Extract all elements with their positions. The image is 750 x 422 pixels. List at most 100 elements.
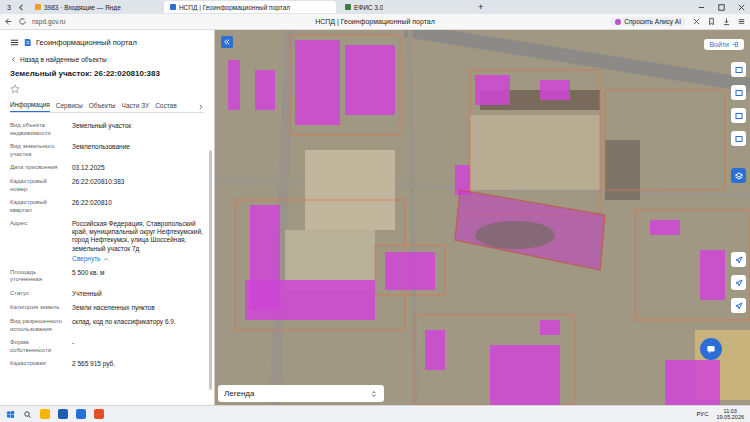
close-icon[interactable] xyxy=(737,3,746,12)
map-toolbar-lower xyxy=(731,252,746,313)
minimize-icon[interactable] xyxy=(697,3,706,12)
field-label: Площадь уточненная xyxy=(10,269,66,284)
page-title: НСПД | Геоинформационный портал xyxy=(315,18,435,25)
field-row: Вид объекта недвижимостиЗемельный участо… xyxy=(10,119,204,140)
tool-icon xyxy=(734,111,744,121)
back-link[interactable]: Назад в найденные объекты xyxy=(10,56,204,63)
back-icon[interactable] xyxy=(17,3,26,12)
bookmark-icon[interactable] xyxy=(707,17,716,26)
collapse-panel-button[interactable] xyxy=(221,36,233,48)
panel-tab[interactable]: Объекты xyxy=(89,99,116,112)
hamburger-icon[interactable] xyxy=(10,38,19,47)
field-row: АдресРоссийская Федерация, Ставропольски… xyxy=(10,217,204,266)
panel-tab[interactable]: Состав xyxy=(155,99,177,112)
map[interactable]: Войти Легенда xyxy=(215,30,750,405)
browser-tab[interactable]: 3983 · Входящие — Янде xyxy=(29,1,161,13)
panel-tab[interactable]: Части ЗУ xyxy=(122,99,150,112)
field-value: 03.12.2025 xyxy=(72,164,204,172)
download-icon[interactable] xyxy=(722,17,731,26)
field-label: Адрес xyxy=(10,220,66,263)
tool-icon xyxy=(734,65,744,75)
alice-icon xyxy=(615,19,621,25)
field-row: СтатусУчтенный xyxy=(10,287,204,301)
map-tool-button[interactable] xyxy=(731,252,746,267)
chevron-up-icon xyxy=(103,256,109,262)
field-row: Дата присвоения 03.12.2025 xyxy=(10,161,204,175)
taskbar-app-icon[interactable] xyxy=(58,409,68,419)
field-label: Дата присвоения xyxy=(10,164,66,172)
browser-tab[interactable]: НСПД | Геоинформационный портал xyxy=(164,1,336,13)
field-value: склад, код по классификатору 6.9. xyxy=(72,318,204,333)
expand-icon xyxy=(370,390,378,398)
browser-tab[interactable]: ЕФИС 3.0 xyxy=(339,1,471,13)
new-tab-button[interactable]: + xyxy=(474,2,487,12)
field-value: 5 500 кв. м xyxy=(72,269,204,284)
info-panel: Геоинформационный портал Назад в найденны… xyxy=(0,30,215,405)
chevron-left-icon xyxy=(10,56,17,63)
map-tool-button[interactable] xyxy=(731,275,746,290)
map-tool-button[interactable] xyxy=(731,62,746,77)
navigate-icon xyxy=(734,278,744,288)
scrollbar[interactable] xyxy=(209,150,212,390)
panel-tab[interactable]: Сервисы xyxy=(56,99,83,112)
field-value: - xyxy=(72,339,204,354)
field-row: Форма собственности- xyxy=(10,336,204,357)
double-chevron-icon xyxy=(223,38,231,46)
field-row: Категория земель Земли населенных пунктов xyxy=(10,301,204,315)
taskbar-app-icon[interactable] xyxy=(40,409,50,419)
portal-header: Геоинформационный портал xyxy=(10,34,204,50)
tabs-scroll-icon[interactable] xyxy=(197,102,204,112)
login-icon xyxy=(732,41,739,48)
field-label: Статус xyxy=(10,290,66,298)
login-button[interactable]: Войти xyxy=(704,39,744,50)
url-field[interactable]: nspd.gov.ru xyxy=(32,18,65,25)
favicon-icon xyxy=(35,4,41,10)
main: Геоинформационный портал Назад в найденны… xyxy=(0,30,750,405)
field-value: 2 565 915 руб. xyxy=(72,360,204,368)
taskbar-app-icon[interactable] xyxy=(76,409,86,419)
navigate-icon xyxy=(734,255,744,265)
map-layers-button[interactable] xyxy=(731,168,746,183)
field-label: Форма собственности xyxy=(10,339,66,354)
field-row: Кадастровая 2 565 915 руб. xyxy=(10,357,204,371)
collapse-link[interactable]: Свернуть xyxy=(72,255,204,263)
extension-icon[interactable] xyxy=(692,17,701,26)
field-label: Кадастровая xyxy=(10,360,66,368)
field-value: Земельный участок xyxy=(72,122,204,137)
language-indicator[interactable]: РУС xyxy=(696,411,708,417)
map-tool-button[interactable] xyxy=(731,131,746,146)
field-row: Вид разрешенного использованиясклад, код… xyxy=(10,315,204,336)
maximize-icon[interactable] xyxy=(717,3,726,12)
panel-tab[interactable]: Информация xyxy=(10,98,50,112)
back-arrow-icon[interactable] xyxy=(4,17,13,26)
map-tool-button[interactable] xyxy=(731,85,746,100)
clock[interactable]: 11:0319.05.2026 xyxy=(716,408,744,420)
map-tool-button[interactable] xyxy=(731,108,746,123)
field-row: Кадастровый номер26:22:020810:383 xyxy=(10,175,204,196)
screen: 33983 · Входящие — ЯндеНСПД | Геоинформа… xyxy=(0,0,750,422)
taskbar-app-icon[interactable] xyxy=(94,409,104,419)
search-icon[interactable] xyxy=(23,410,32,419)
tool-icon xyxy=(734,88,744,98)
field-row: Вид земельного участкаЗемлепользование xyxy=(10,140,204,161)
alice-button[interactable]: Спросить Алису AI xyxy=(610,17,686,26)
satellite-map[interactable] xyxy=(215,30,750,405)
windows-start-icon[interactable] xyxy=(6,410,15,419)
field-label: Кадастровый квартал xyxy=(10,199,66,214)
field-value: Земли населенных пунктов xyxy=(72,304,204,312)
field-label: Вид земельного участка xyxy=(10,143,66,158)
star-icon[interactable] xyxy=(10,84,20,94)
field-value: Российская Федерация, Ставропольский кра… xyxy=(72,220,204,263)
taskbar: РУС 11:0319.05.2026 xyxy=(0,405,750,422)
portal-logo-icon xyxy=(23,38,32,47)
window-count[interactable]: 3 xyxy=(4,4,14,11)
map-tool-button[interactable] xyxy=(731,298,746,313)
legend-dropdown[interactable]: Легенда xyxy=(218,385,384,402)
field-row: Кадастровый квартал26:22:020810 xyxy=(10,196,204,217)
chat-button[interactable] xyxy=(700,338,722,360)
favicon-icon xyxy=(170,4,176,10)
field-label: Категория земель xyxy=(10,304,66,312)
reload-icon[interactable] xyxy=(18,17,27,26)
menu-icon[interactable] xyxy=(737,17,746,26)
object-title: Земельный участок: 26:22:020810:383 xyxy=(10,69,204,78)
